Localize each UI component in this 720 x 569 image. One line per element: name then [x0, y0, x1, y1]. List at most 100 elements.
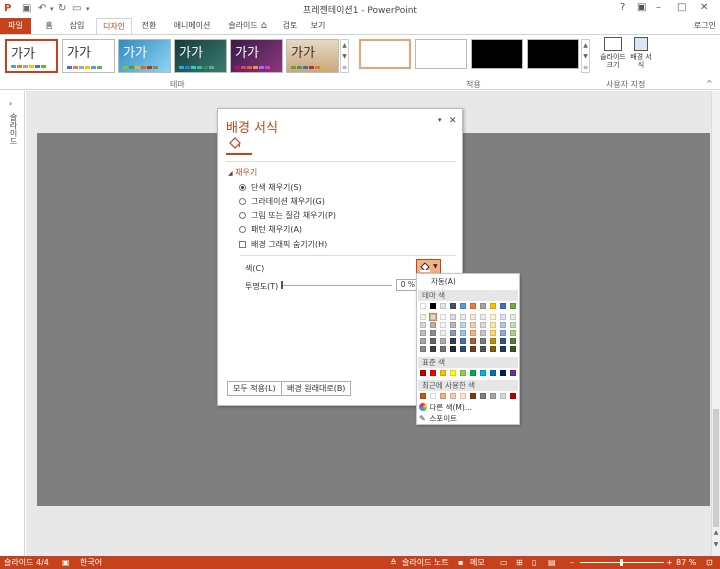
theme-color-swatch[interactable]: [450, 322, 456, 328]
theme-color-swatch[interactable]: [480, 303, 486, 309]
eyedropper-option[interactable]: ✎ 스포이트: [419, 414, 457, 424]
close-icon[interactable]: ✕: [700, 2, 708, 13]
recent-color-swatch[interactable]: [420, 393, 426, 399]
zoom-in-icon[interactable]: +: [666, 556, 673, 569]
theme-facet[interactable]: 가가: [118, 39, 171, 73]
theme-organic[interactable]: 가가: [286, 39, 339, 73]
theme-color-swatch[interactable]: [490, 330, 496, 336]
reading-view-icon[interactable]: ▯: [532, 556, 536, 569]
theme-color-swatch[interactable]: [440, 338, 446, 344]
theme-color-swatch[interactable]: [440, 346, 446, 352]
theme-color-swatch[interactable]: [440, 330, 446, 336]
checkbox-hide-graphics[interactable]: [239, 241, 246, 248]
standard-color-swatch[interactable]: [460, 370, 466, 376]
apply-to-all-button[interactable]: 모두 적용(L): [227, 381, 282, 396]
theme-color-swatch[interactable]: [500, 303, 506, 309]
theme-color-swatch[interactable]: [460, 346, 466, 352]
recent-color-swatch[interactable]: [440, 393, 446, 399]
recent-color-swatch[interactable]: [470, 393, 476, 399]
radio-picture[interactable]: [239, 212, 246, 219]
standard-color-swatch[interactable]: [500, 370, 506, 376]
more-colors-option[interactable]: 다른 색(M)...: [419, 403, 472, 413]
theme-color-swatch[interactable]: [420, 330, 426, 336]
theme-color-swatch[interactable]: [500, 330, 506, 336]
option-solid-fill[interactable]: 단색 채우기(S): [239, 182, 302, 194]
transparency-slider-track[interactable]: [282, 285, 392, 286]
theme-color-swatch[interactable]: [440, 314, 446, 320]
option-hide-graphics[interactable]: 배경 그래픽 숨기기(H): [239, 239, 327, 251]
proofing-icon[interactable]: ▣: [62, 556, 70, 569]
theme-color-swatch[interactable]: [460, 330, 466, 336]
theme-color-swatch[interactable]: [460, 322, 466, 328]
expand-pane-icon[interactable]: ›: [9, 99, 12, 108]
theme-integral[interactable]: 가가: [174, 39, 227, 73]
theme-color-swatch[interactable]: [430, 330, 436, 336]
tab-home[interactable]: 홈: [41, 18, 57, 34]
theme-color-swatch[interactable]: [430, 346, 436, 352]
variant-2[interactable]: [415, 39, 467, 69]
help-icon[interactable]: ?: [620, 2, 625, 13]
theme-color-swatch[interactable]: [510, 346, 516, 352]
theme-color-swatch[interactable]: [420, 338, 426, 344]
tab-review[interactable]: 검토: [279, 18, 301, 34]
recent-color-swatch[interactable]: [430, 393, 436, 399]
theme-color-swatch[interactable]: [440, 303, 446, 309]
reset-background-button[interactable]: 배경 원래대로(B): [281, 381, 352, 396]
theme-color-swatch[interactable]: [490, 346, 496, 352]
theme-color-swatch[interactable]: [450, 314, 456, 320]
theme-color-swatch[interactable]: [480, 346, 486, 352]
theme-color-swatch[interactable]: [420, 346, 426, 352]
comments-button[interactable]: 메모: [470, 556, 485, 569]
theme-color-swatch[interactable]: [420, 322, 426, 328]
tab-view[interactable]: 보기: [307, 18, 329, 34]
panel-options-icon[interactable]: ▾: [438, 116, 442, 124]
theme-color-swatch[interactable]: [510, 338, 516, 344]
transparency-input[interactable]: 0 %: [396, 279, 418, 291]
tab-transitions[interactable]: 전환: [137, 18, 161, 34]
prev-slide-icon[interactable]: ▲: [712, 529, 720, 536]
theme-color-swatch[interactable]: [460, 303, 466, 309]
zoom-level[interactable]: 87 %: [676, 556, 696, 569]
recent-color-swatch[interactable]: [480, 393, 486, 399]
language-indicator[interactable]: 한국어: [80, 556, 102, 569]
theme-color-swatch[interactable]: [490, 338, 496, 344]
collapse-ribbon-icon[interactable]: ^: [706, 79, 713, 88]
standard-color-swatch[interactable]: [440, 370, 446, 376]
variant-4[interactable]: [527, 39, 579, 69]
variant-1[interactable]: [359, 39, 411, 69]
theme-color-swatch[interactable]: [500, 314, 506, 320]
slide-sorter-icon[interactable]: ⊞: [516, 556, 523, 569]
theme-color-swatch[interactable]: [490, 322, 496, 328]
maximize-icon[interactable]: □: [677, 2, 686, 13]
login-link[interactable]: 로그인: [694, 18, 716, 34]
tab-animations[interactable]: 애니메이션: [168, 18, 216, 34]
theme-color-swatch[interactable]: [420, 303, 426, 309]
theme-color-swatch[interactable]: [470, 303, 476, 309]
themes-gallery-scroll[interactable]: ▲ ▼ ≡: [340, 39, 349, 73]
theme-color-swatch[interactable]: [450, 338, 456, 344]
theme-color-swatch[interactable]: [470, 338, 476, 344]
slideshow-view-icon[interactable]: ▤: [548, 556, 556, 569]
theme-color-swatch[interactable]: [460, 314, 466, 320]
notes-button[interactable]: 슬라이드 노트: [402, 556, 449, 569]
theme-color-swatch[interactable]: [450, 303, 456, 309]
theme-color-swatch[interactable]: [510, 330, 516, 336]
tab-design[interactable]: 디자인: [96, 18, 132, 35]
theme-color-swatch[interactable]: [480, 314, 486, 320]
recent-color-swatch[interactable]: [490, 393, 496, 399]
zoom-slider-thumb[interactable]: [620, 559, 623, 566]
theme-office[interactable]: 가가: [5, 39, 58, 73]
theme-color-swatch[interactable]: [490, 314, 496, 320]
tab-insert[interactable]: 삽입: [64, 18, 90, 34]
standard-color-swatch[interactable]: [420, 370, 426, 376]
ribbon-display-icon[interactable]: ▣: [637, 2, 646, 13]
panel-close-icon[interactable]: ✕: [449, 116, 457, 126]
recent-color-swatch[interactable]: [510, 393, 516, 399]
theme-color-swatch[interactable]: [470, 330, 476, 336]
theme-color-swatch[interactable]: [490, 303, 496, 309]
standard-color-swatch[interactable]: [480, 370, 486, 376]
fill-bucket-icon[interactable]: [228, 136, 242, 150]
theme-color-swatch[interactable]: [430, 322, 436, 328]
format-background-button[interactable]: 배경 서식: [630, 37, 652, 77]
slide-size-button[interactable]: 슬라이드 크기: [598, 37, 628, 77]
